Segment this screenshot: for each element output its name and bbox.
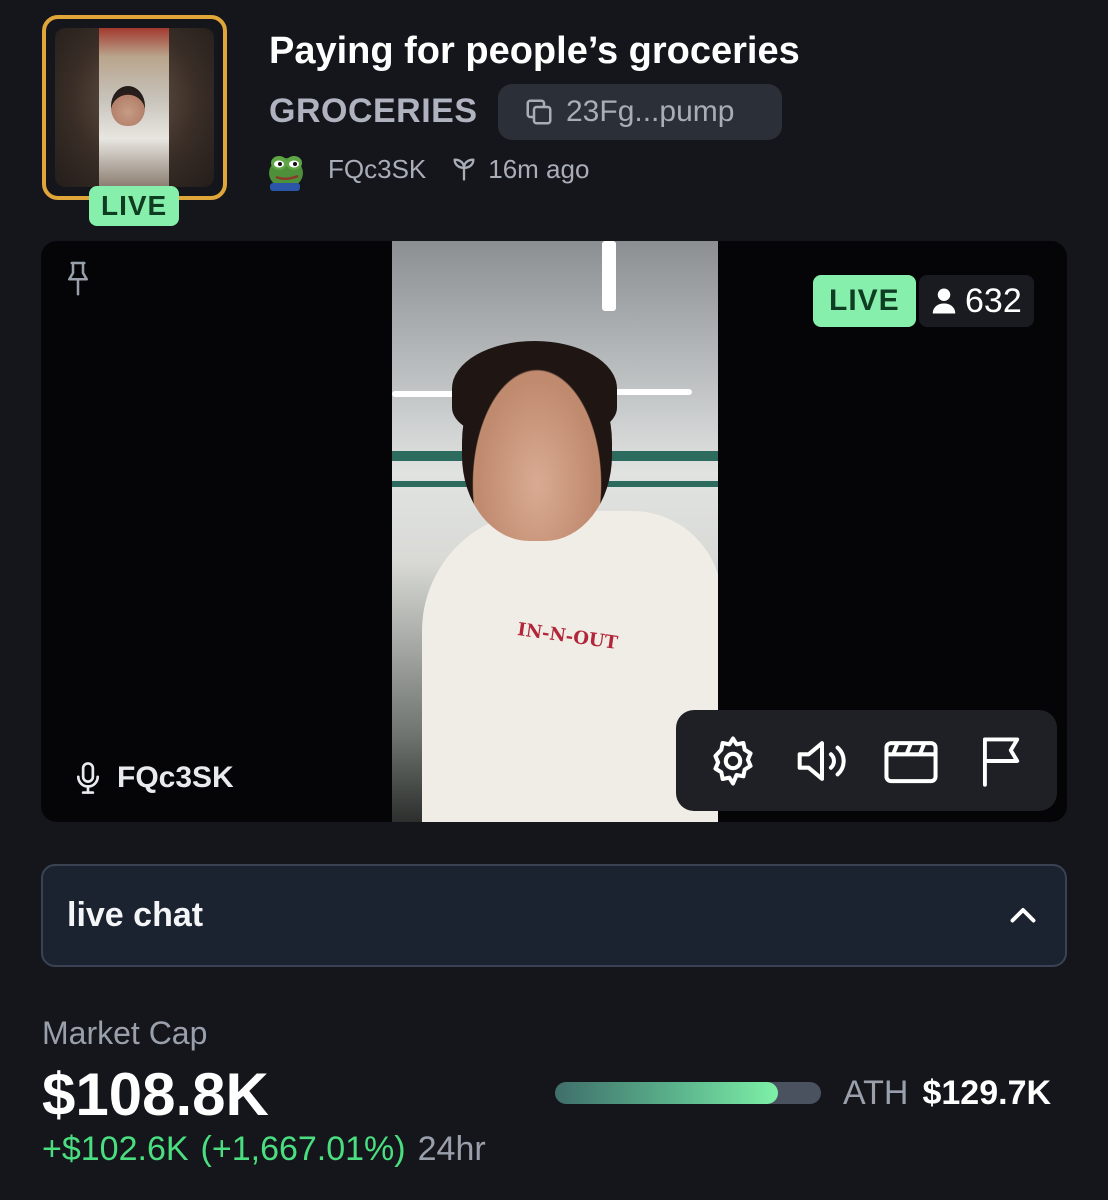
creator-avatar[interactable]	[266, 147, 306, 191]
created-age: 16m ago	[488, 153, 590, 184]
ceiling-light	[602, 241, 616, 311]
microphone-icon	[76, 762, 100, 794]
thumbnail-live-badge: LIVE	[89, 186, 180, 226]
market-cap-label: Market Cap	[42, 1015, 208, 1051]
thumbnail-person	[111, 86, 145, 126]
video-feed: IN-N-OUT	[392, 241, 718, 822]
change-period: 24hr	[417, 1130, 486, 1168]
change-percent: (+1,667.01%)	[200, 1130, 406, 1168]
creator-name[interactable]: FQc3SK	[328, 154, 426, 185]
ath-display: ATH $129.7K	[843, 1074, 1051, 1113]
live-badge: LIVE	[813, 275, 916, 327]
change-amount: +$102.6K	[42, 1130, 189, 1168]
thumbnail-image	[55, 28, 214, 187]
copy-icon	[526, 99, 552, 125]
ath-label: ATH	[843, 1074, 909, 1112]
live-chat-label: live chat	[67, 896, 204, 934]
market-cap-value: $108.8K	[42, 1061, 269, 1128]
token-ticker: GROCERIES	[269, 92, 478, 130]
streamer-name: FQc3SK	[117, 761, 234, 794]
flag-icon	[983, 737, 1020, 787]
coin-page: LIVE Paying for people’s groceries GROCE…	[0, 0, 1108, 1200]
pin-icon[interactable]	[63, 259, 93, 297]
live-chat-toggle[interactable]: live chat	[41, 864, 1067, 967]
player-controls	[676, 710, 1057, 811]
ath-progress-bar	[555, 1082, 821, 1104]
creator-row: FQc3SK 16m ago	[266, 146, 589, 192]
sprout-icon	[453, 158, 475, 181]
settings-button[interactable]	[703, 731, 763, 791]
contract-address: 23Fg...pump	[566, 95, 735, 128]
chevron-up-icon	[1010, 907, 1036, 922]
stream-thumbnail[interactable]	[42, 15, 227, 200]
streamer-label: FQc3SK	[73, 761, 234, 795]
ath-progress-fill	[555, 1082, 779, 1104]
video-player[interactable]: IN-N-OUT LIVE 632 FQc3SK	[41, 241, 1067, 822]
user-icon	[932, 288, 956, 314]
streamer-body	[422, 511, 718, 822]
theater-mode-button[interactable]	[881, 731, 941, 791]
page-title: Paying for people’s groceries	[269, 30, 800, 72]
viewer-count-value: 632	[965, 281, 1022, 320]
ath-value: $129.7K	[922, 1074, 1052, 1112]
volume-icon	[797, 740, 846, 781]
report-button[interactable]	[970, 731, 1030, 791]
streamer-head	[462, 351, 612, 541]
market-cap-change: +$102.6K (+1,667.01%) 24hr	[42, 1130, 486, 1169]
viewer-count: 632	[919, 275, 1034, 327]
gear-icon	[713, 735, 753, 786]
volume-button[interactable]	[792, 731, 852, 791]
copy-contract-button[interactable]: 23Fg...pump	[498, 84, 782, 140]
clapperboard-icon	[884, 740, 938, 783]
